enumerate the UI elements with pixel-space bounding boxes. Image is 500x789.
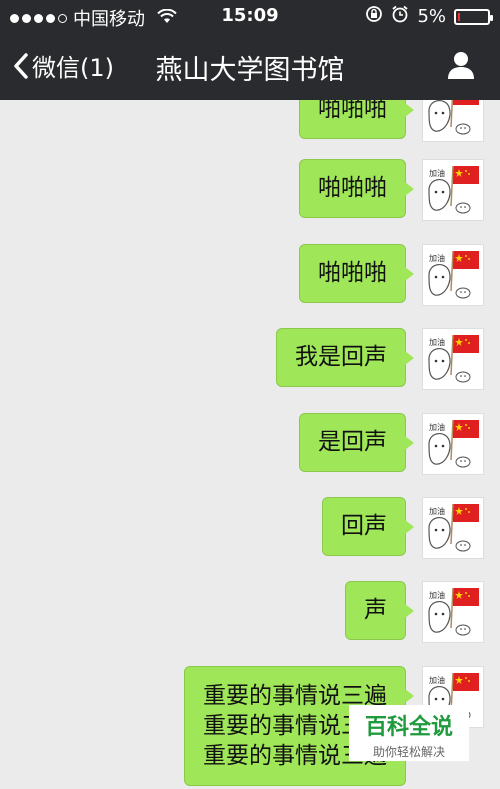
status-bar: 中国移动 15:09 5%: [0, 0, 500, 32]
avatar[interactable]: 加油: [422, 244, 484, 306]
avatar[interactable]: 加油: [422, 159, 484, 221]
person-icon: [446, 52, 476, 84]
message-bubble[interactable]: 是回声: [299, 413, 414, 472]
message-row: 回声 加油: [322, 497, 484, 561]
sticker-avatar-icon: 加油: [428, 100, 479, 135]
message-bubble[interactable]: 声: [345, 581, 414, 640]
rotation-lock-icon: [365, 5, 383, 28]
sticker-avatar-icon: 加油: [428, 250, 479, 299]
watermark-title: 百科全说: [364, 715, 453, 740]
sticker-avatar-icon: 加油: [428, 165, 479, 214]
svg-text:加油: 加油: [429, 590, 445, 600]
watermark: 百科全说 助你轻松解决: [349, 705, 469, 761]
message-bubble[interactable]: 啪啪啪: [299, 244, 414, 303]
avatar[interactable]: 加油: [422, 328, 484, 390]
avatar[interactable]: 加油: [422, 581, 484, 643]
message-bubble[interactable]: 啪啪啪: [299, 100, 414, 139]
avatar[interactable]: 加油: [422, 413, 484, 475]
avatar[interactable]: 加油: [422, 497, 484, 559]
svg-text:加油: 加油: [429, 675, 445, 685]
battery-percent: 5%: [417, 6, 446, 27]
alarm-icon: [391, 5, 409, 28]
svg-text:加油: 加油: [429, 422, 445, 432]
message-row: 啪啪啪 加油: [299, 159, 484, 223]
watermark-subtitle: 助你轻松解决: [372, 745, 445, 759]
message-row: 是回声 加油: [299, 413, 484, 477]
sticker-avatar-icon: 加油: [428, 419, 479, 468]
svg-text:加油: 加油: [429, 506, 445, 516]
svg-text:加油: 加油: [429, 337, 445, 347]
message-row: 我是回声 加油: [276, 328, 484, 392]
chat-title: 燕山大学图书馆: [155, 55, 345, 86]
sticker-avatar-icon: 加油: [428, 503, 479, 552]
status-right: 5%: [365, 5, 493, 28]
battery-icon: [454, 8, 493, 25]
message-row: 啪啪啪 加油: [299, 244, 484, 308]
nav-bar: 微信(1) 燕山大学图书馆: [0, 32, 500, 100]
sticker-avatar-icon: 加油: [428, 587, 479, 636]
avatar[interactable]: 加油: [422, 100, 484, 142]
message-bubble[interactable]: 回声: [322, 497, 414, 556]
message-bubble[interactable]: 我是回声: [276, 328, 414, 387]
chat-area[interactable]: 啪啪啪 加油 啪啪啪 加油 啪啪啪 加油 我是回声 加油 是回声 加油 回声 加…: [0, 100, 500, 789]
message-bubble[interactable]: 啪啪啪: [299, 159, 414, 218]
profile-button[interactable]: [446, 50, 476, 84]
svg-text:加油: 加油: [429, 253, 445, 263]
message-row: 声 加油: [345, 581, 484, 645]
svg-text:加油: 加油: [429, 168, 445, 178]
message-row: 啪啪啪 加油: [299, 100, 484, 144]
sticker-avatar-icon: 加油: [428, 334, 479, 383]
